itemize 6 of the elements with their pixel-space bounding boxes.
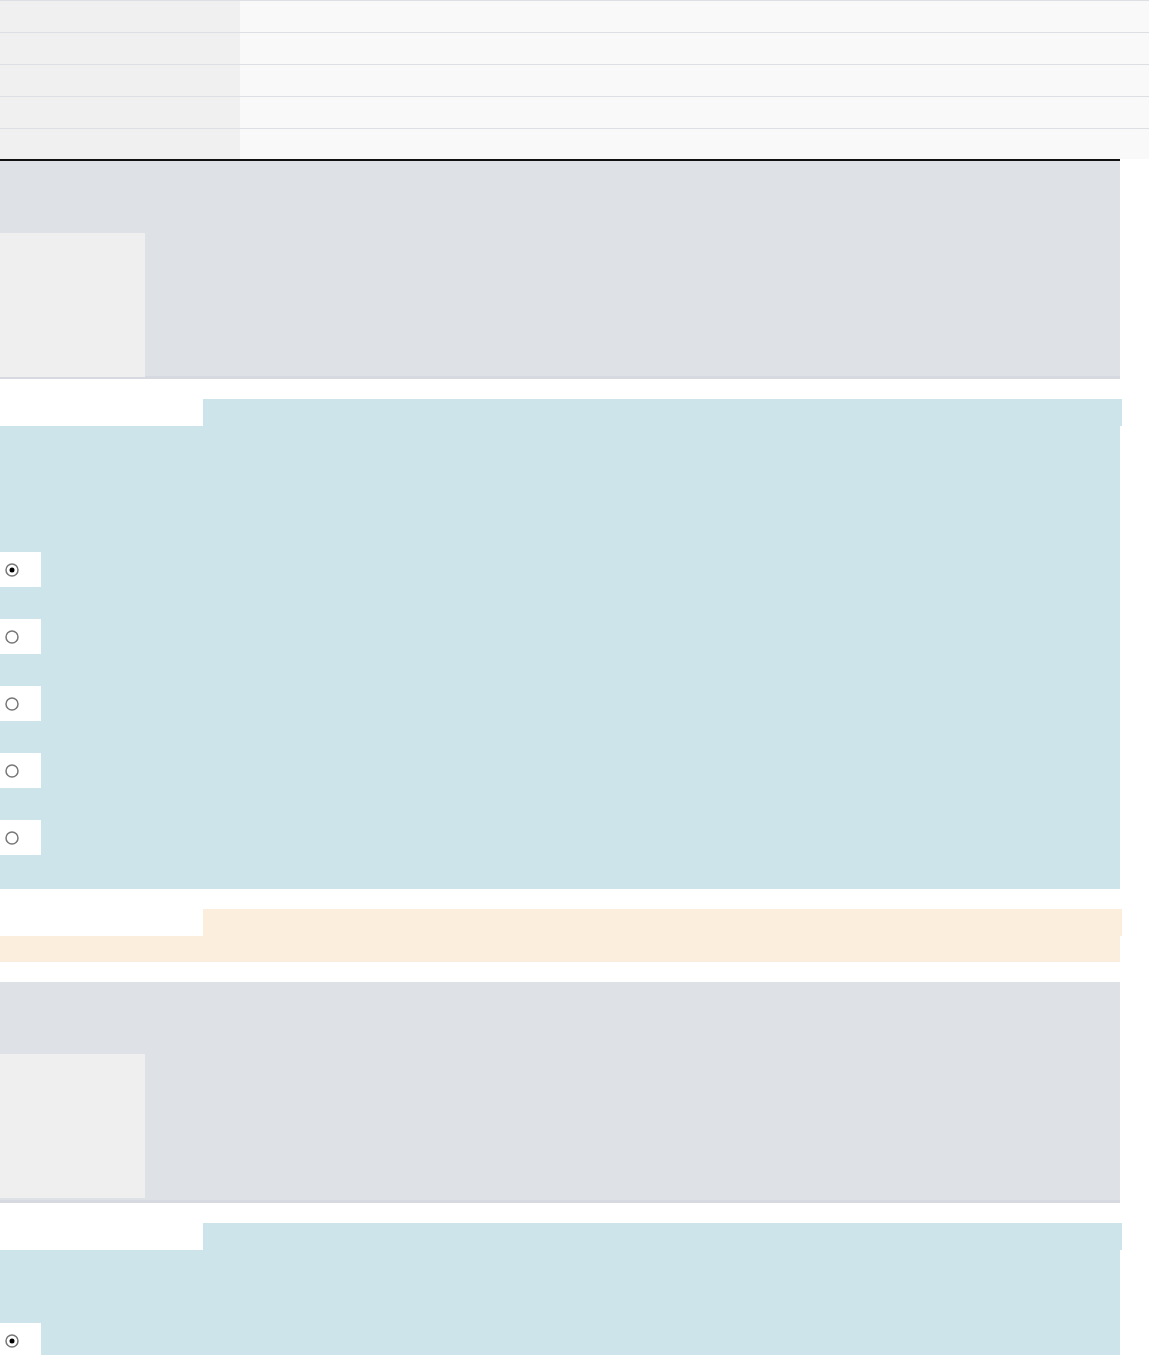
radio-button[interactable] (4, 829, 20, 846)
radio-button[interactable] (4, 1332, 20, 1349)
radio-button[interactable] (4, 762, 20, 779)
radio-button[interactable] (4, 561, 20, 578)
radio-button[interactable] (4, 695, 20, 712)
radio-button[interactable] (4, 628, 20, 645)
